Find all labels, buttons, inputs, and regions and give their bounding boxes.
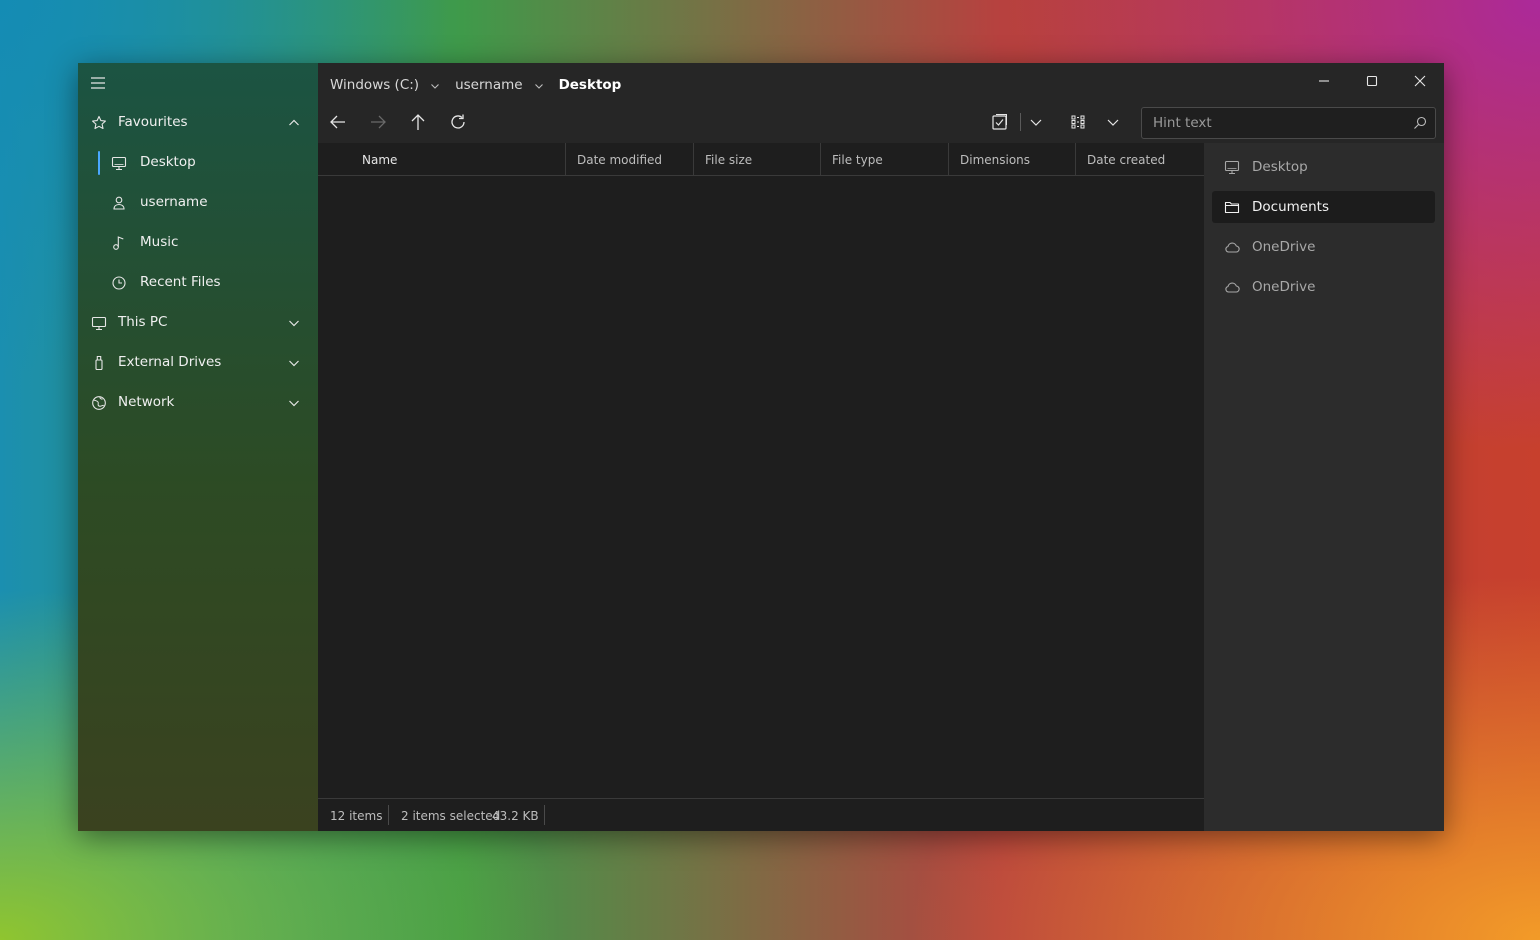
quick-access-label: OneDrive [1252, 239, 1316, 255]
quick-access-label: Desktop [1252, 159, 1308, 175]
minimize-button[interactable] [1314, 71, 1334, 91]
quick-access-label: Documents [1252, 199, 1329, 215]
search-input[interactable] [1141, 107, 1436, 139]
star-icon [91, 115, 107, 131]
usb-drive-icon [91, 355, 107, 371]
breadcrumb: Windows (C:) username Desktop [330, 75, 621, 95]
sidebar-item-label: Desktop [140, 154, 196, 170]
quick-access-label: OneDrive [1252, 279, 1316, 295]
up-button[interactable] [407, 111, 429, 133]
column-header-file-type[interactable]: File type [820, 143, 948, 176]
status-bar: 12 items 2 items selected 43.2 KB [318, 798, 1204, 831]
chevron-down-icon[interactable] [287, 356, 301, 370]
hamburger-menu-icon[interactable] [88, 73, 108, 93]
chevron-down-icon[interactable] [429, 80, 441, 92]
globe-icon [91, 395, 107, 411]
breadcrumb-item-current[interactable]: Desktop [559, 77, 622, 93]
clock-icon [111, 275, 127, 291]
sidebar-item-desktop[interactable]: Desktop [78, 143, 318, 183]
sidebar-item-favourites[interactable]: Favourites [78, 103, 318, 143]
status-item-count: 12 items [330, 809, 383, 823]
sidebar: Favourites Desktop username Music Recent… [78, 63, 318, 831]
toolbar-divider [1020, 113, 1021, 131]
quick-access-pane: Desktop Documents OneDrive OneDrive [1204, 143, 1444, 831]
chevron-down-icon[interactable] [287, 396, 301, 410]
column-header-dimensions[interactable]: Dimensions [948, 143, 1075, 176]
sidebar-item-recent-files[interactable]: Recent Files [78, 263, 318, 303]
breadcrumb-item-drive[interactable]: Windows (C:) [330, 77, 419, 93]
status-selection-size: 43.2 KB [492, 809, 539, 823]
sidebar-item-username[interactable]: username [78, 183, 318, 223]
select-mode-button[interactable] [989, 111, 1011, 133]
column-header-name[interactable]: Name [351, 143, 565, 176]
sidebar-item-label: Recent Files [140, 274, 221, 290]
close-button[interactable] [1410, 71, 1430, 91]
view-mode-dropdown[interactable] [1102, 111, 1124, 133]
quick-access-item-desktop[interactable]: Desktop [1212, 151, 1435, 183]
folder-icon [1224, 199, 1240, 215]
column-header-date-created[interactable]: Date created [1075, 143, 1204, 176]
sidebar-item-label: Favourites [118, 114, 188, 130]
column-header-file-size[interactable]: File size [693, 143, 820, 176]
breadcrumb-item-user[interactable]: username [455, 77, 523, 93]
status-divider [544, 805, 545, 825]
chevron-down-icon[interactable] [287, 316, 301, 330]
quick-access-item-onedrive[interactable]: OneDrive [1212, 231, 1435, 263]
sidebar-item-network[interactable]: Network [78, 383, 318, 423]
cloud-icon [1224, 279, 1240, 295]
search-icon[interactable] [1412, 115, 1428, 131]
cloud-icon [1224, 239, 1240, 255]
maximize-button[interactable] [1362, 71, 1382, 91]
column-header-row: Name Date modified File size File type D… [318, 143, 1204, 176]
select-mode-dropdown[interactable] [1025, 111, 1047, 133]
monitor-icon [111, 155, 127, 171]
music-note-icon [111, 235, 127, 251]
quick-access-item-documents[interactable]: Documents [1212, 191, 1435, 223]
status-divider [388, 805, 389, 825]
file-explorer-window: Favourites Desktop username Music Recent… [78, 63, 1444, 831]
sidebar-item-label: External Drives [118, 354, 222, 370]
monitor-icon [91, 315, 107, 331]
view-mode-button[interactable] [1068, 111, 1090, 133]
status-selection: 2 items selected [401, 809, 501, 823]
sidebar-item-music[interactable]: Music [78, 223, 318, 263]
column-header-date-modified[interactable]: Date modified [565, 143, 693, 176]
file-list-pane[interactable]: Name Date modified File size File type D… [318, 143, 1204, 831]
sidebar-item-this-pc[interactable]: This PC [78, 303, 318, 343]
sidebar-item-label: username [140, 194, 208, 210]
sidebar-item-label: This PC [118, 314, 168, 330]
chevron-up-icon[interactable] [287, 116, 301, 130]
monitor-icon [1224, 159, 1240, 175]
sidebar-item-label: Network [118, 394, 175, 410]
refresh-button[interactable] [447, 111, 469, 133]
user-icon [111, 195, 127, 211]
back-button[interactable] [327, 111, 349, 133]
quick-access-item-onedrive[interactable]: OneDrive [1212, 271, 1435, 303]
sidebar-item-label: Music [140, 234, 179, 250]
chevron-down-icon[interactable] [533, 80, 545, 92]
sidebar-item-external-drives[interactable]: External Drives [78, 343, 318, 383]
main-area: Windows (C:) username Desktop Hint text … [318, 63, 1444, 831]
forward-button[interactable] [367, 111, 389, 133]
